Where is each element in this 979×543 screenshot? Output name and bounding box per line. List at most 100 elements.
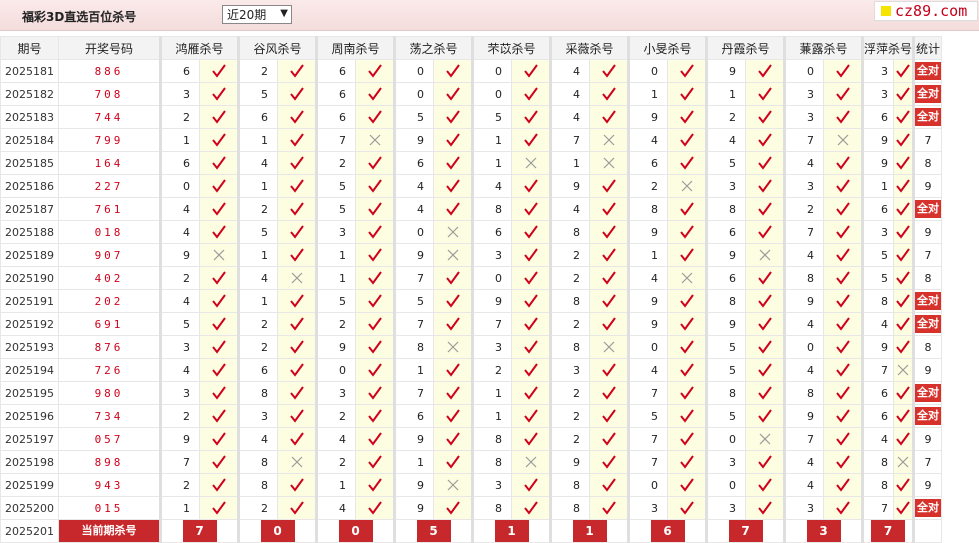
cross-icon	[291, 456, 302, 468]
result-mark-cell	[892, 82, 915, 106]
kill-number-cell: 9	[861, 128, 894, 152]
period-select[interactable]: 近20期 ▼	[222, 5, 292, 24]
result-mark-cell	[199, 381, 239, 405]
check-icon	[367, 501, 382, 515]
result-mark-cell	[511, 289, 551, 313]
check-icon	[601, 202, 616, 216]
column-header-expert-4: 荡之杀号	[393, 36, 473, 60]
stat-cell: 9	[912, 174, 943, 198]
result-mark-cell	[355, 266, 395, 290]
check-icon	[289, 501, 304, 515]
check-icon	[896, 340, 910, 354]
kill-number-cell: 5	[861, 266, 894, 290]
column-header-expert-3: 周南杀号	[315, 36, 395, 60]
check-icon	[289, 340, 304, 354]
check-icon	[289, 202, 304, 216]
kill-number-cell: 6	[471, 220, 512, 244]
check-icon	[289, 64, 304, 78]
result-mark-cell	[277, 197, 317, 221]
kill-number-cell: 6	[159, 151, 200, 175]
kill-number-cell: 0	[393, 59, 434, 83]
check-icon	[835, 363, 850, 377]
current-kill-cell: 3	[783, 519, 863, 543]
current-kill-cell: 1	[471, 519, 551, 543]
kill-number-cell: 3	[471, 473, 512, 497]
kill-number-cell: 2	[549, 427, 590, 451]
issue-cell: 2025191	[0, 289, 59, 313]
stat-cell: 7	[912, 128, 943, 152]
kill-number-cell: 5	[237, 82, 278, 106]
kill-number-cell: 1	[237, 174, 278, 198]
result-mark-cell	[277, 312, 317, 336]
result-mark-cell	[823, 174, 863, 198]
stat-cell: 9	[912, 358, 943, 382]
result-mark-cell	[892, 243, 915, 267]
check-icon	[211, 386, 226, 400]
result-mark-cell	[199, 151, 239, 175]
kill-number-cell: 1	[705, 82, 746, 106]
site-logo[interactable]: cz89.com	[874, 1, 978, 21]
check-icon	[445, 133, 460, 147]
issue-cell: 2025189	[0, 243, 59, 267]
check-icon	[367, 317, 382, 331]
check-icon	[757, 156, 772, 170]
kill-number-cell: 0	[627, 59, 668, 83]
check-icon	[679, 478, 694, 492]
issue-cell: 2025186	[0, 174, 59, 198]
result-mark-cell	[199, 82, 239, 106]
result-mark-cell	[892, 473, 915, 497]
result-mark-cell	[589, 59, 629, 83]
check-icon	[757, 455, 772, 469]
check-icon	[835, 501, 850, 515]
check-icon	[601, 225, 616, 239]
check-icon	[757, 202, 772, 216]
result-mark-cell	[667, 496, 707, 520]
result-mark-cell	[199, 59, 239, 83]
result-mark-cell	[823, 220, 863, 244]
cross-icon	[759, 249, 770, 261]
check-icon	[289, 156, 304, 170]
kill-number-cell: 9	[861, 151, 894, 175]
table-row: 2025191 202 4 1 5 5 9 8 9 8 9 8 全对	[0, 289, 943, 313]
stat-cell: 9	[912, 427, 943, 451]
draw-number-cell: 876	[58, 335, 161, 359]
check-icon	[835, 248, 850, 262]
check-icon	[896, 432, 910, 446]
result-mark-cell	[199, 243, 239, 267]
kill-number-cell: 4	[237, 266, 278, 290]
check-icon	[211, 179, 226, 193]
kill-number-cell: 8	[705, 381, 746, 405]
check-icon	[679, 409, 694, 423]
stat-cell: 全对	[912, 404, 943, 428]
check-icon	[523, 317, 538, 331]
current-kill-number: 1	[572, 520, 607, 542]
kill-number-cell: 5	[315, 174, 356, 198]
result-mark-cell	[355, 473, 395, 497]
result-mark-cell	[745, 358, 785, 382]
kill-number-cell: 9	[705, 243, 746, 267]
draw-number-cell: 744	[58, 105, 161, 129]
cross-icon	[291, 272, 302, 284]
check-icon	[601, 248, 616, 262]
result-mark-cell	[277, 82, 317, 106]
result-mark-cell	[823, 289, 863, 313]
kill-number-cell: 7	[783, 427, 824, 451]
kill-number-cell: 6	[315, 59, 356, 83]
kill-number-cell: 2	[315, 151, 356, 175]
column-header-expert-7: 小旻杀号	[627, 36, 707, 60]
issue-cell: 2025196	[0, 404, 59, 428]
kill-number-cell: 7	[159, 450, 200, 474]
result-mark-cell	[277, 496, 317, 520]
check-icon	[367, 271, 382, 285]
check-icon	[601, 179, 616, 193]
result-mark-cell	[199, 335, 239, 359]
issue-cell: 2025199	[0, 473, 59, 497]
check-icon	[601, 455, 616, 469]
result-mark-cell	[892, 404, 915, 428]
column-header-expert-10: 浮萍杀号	[860, 36, 915, 60]
stat-cell: 全对	[912, 381, 943, 405]
kill-number-cell: 2	[315, 312, 356, 336]
kill-number-cell: 3	[471, 335, 512, 359]
result-mark-cell	[823, 128, 863, 152]
check-icon	[679, 64, 694, 78]
